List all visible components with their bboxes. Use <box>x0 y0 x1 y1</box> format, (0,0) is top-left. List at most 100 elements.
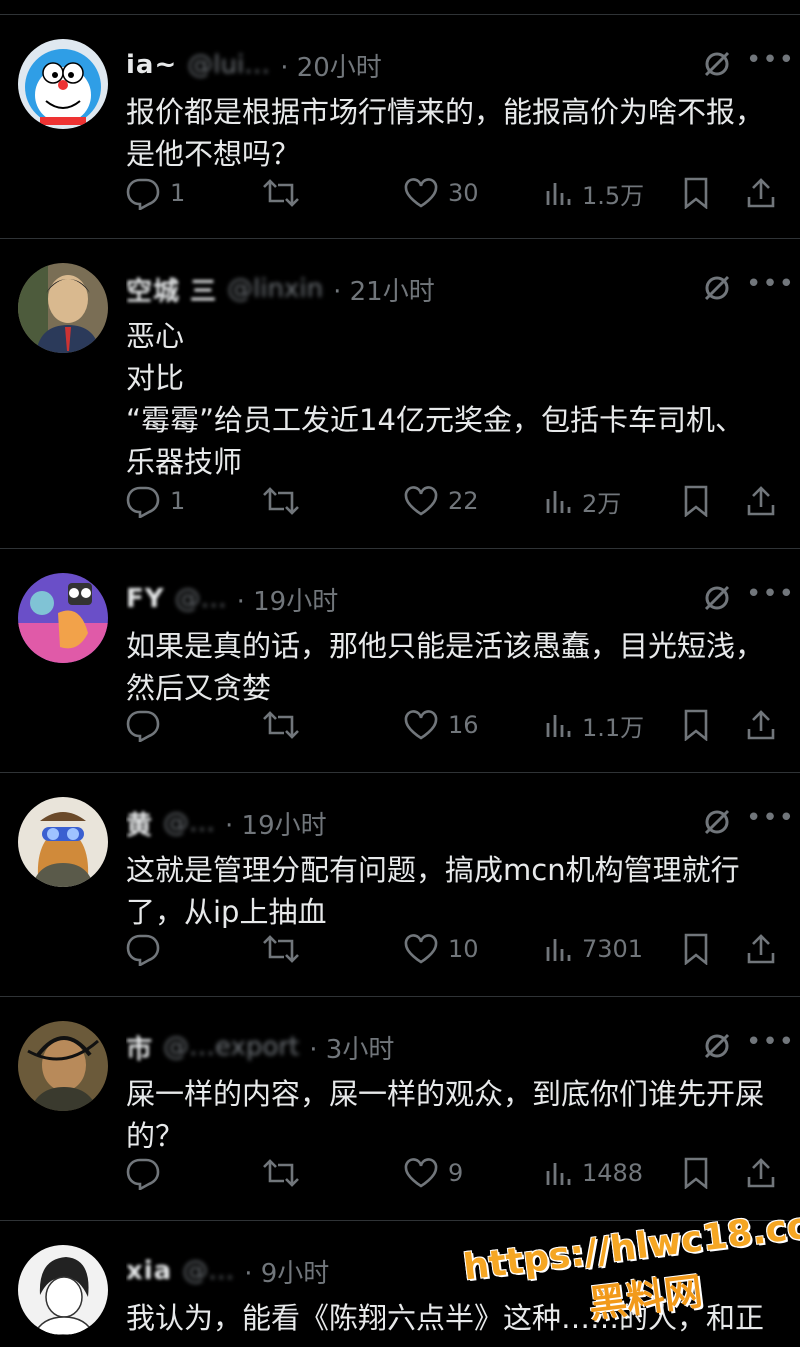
reply-button[interactable] <box>126 1156 170 1190</box>
share-button[interactable] <box>746 933 776 965</box>
like-count: 16 <box>448 711 479 739</box>
like-button[interactable]: 10 <box>404 934 479 964</box>
like-icon <box>404 1158 438 1188</box>
bookmark-icon <box>684 709 708 741</box>
reply-count: 1 <box>170 179 186 207</box>
user-handle[interactable]: @…export <box>163 1032 299 1062</box>
bookmark-button[interactable] <box>682 709 710 741</box>
user-name[interactable]: FY <box>126 584 165 614</box>
tweet[interactable]: 空城 三 @linxin · 21小时 ••• 恶心 对比 “霉霉”给员工发近1… <box>0 238 800 548</box>
bookmark-icon <box>684 485 708 517</box>
tweet-text: 报价都是根据市场行情来的，能报高价为啥不报，是他不想吗？ <box>126 95 765 171</box>
like-button[interactable]: 22 <box>404 486 479 516</box>
reply-icon <box>126 486 160 518</box>
like-count: 30 <box>448 179 479 207</box>
avatar[interactable] <box>18 39 108 129</box>
like-icon <box>404 934 438 964</box>
more-icon[interactable]: ••• <box>746 271 794 303</box>
timestamp[interactable]: · 9小时 <box>244 1253 329 1290</box>
user-name[interactable]: 黄 <box>126 805 153 842</box>
grok-icon[interactable] <box>702 273 732 303</box>
avatar[interactable] <box>18 263 108 353</box>
tweet-text: 屎一样的内容，屎一样的观众，到底你们谁先开屎的？ <box>126 1077 765 1153</box>
retweet-button[interactable] <box>262 485 310 517</box>
like-icon <box>404 486 438 516</box>
more-icon[interactable]: ••• <box>746 1029 794 1061</box>
share-icon <box>747 1158 775 1188</box>
tweet-text: 恶心 对比 “霉霉”给员工发近14亿元奖金，包括卡车司机、乐器技师 <box>126 319 744 479</box>
avatar[interactable] <box>18 797 108 887</box>
like-button[interactable]: 30 <box>404 178 479 208</box>
bookmark-button[interactable] <box>682 1157 710 1189</box>
like-icon <box>404 710 438 740</box>
reply-icon <box>126 1158 160 1190</box>
views-button[interactable]: 7301 <box>544 935 643 963</box>
timestamp[interactable]: · 20小时 <box>280 47 382 84</box>
reply-count: 1 <box>170 487 186 515</box>
retweet-button[interactable] <box>262 1157 310 1189</box>
like-button[interactable]: 16 <box>404 710 479 740</box>
more-icon[interactable]: ••• <box>746 47 794 79</box>
user-handle[interactable]: @linxin <box>227 274 323 304</box>
reply-icon <box>126 710 160 742</box>
avatar[interactable] <box>18 1245 108 1335</box>
user-name[interactable]: 市 <box>126 1029 153 1066</box>
user-handle[interactable]: @… <box>163 808 215 838</box>
timestamp[interactable]: · 19小时 <box>237 581 339 618</box>
action-bar: 16 1.1万 <box>126 705 782 745</box>
share-button[interactable] <box>746 177 776 209</box>
timestamp[interactable]: · 21小时 <box>333 271 435 308</box>
grok-icon[interactable] <box>702 49 732 79</box>
view-count: 2万 <box>582 489 622 518</box>
bookmark-button[interactable] <box>682 933 710 965</box>
share-button[interactable] <box>746 709 776 741</box>
views-icon <box>546 491 571 513</box>
timestamp[interactable]: · 3小时 <box>309 1029 394 1066</box>
tweet-header: 空城 三 @linxin · 21小时 <box>126 269 670 309</box>
tweet[interactable]: ia~ @lui… · 20小时 ••• 报价都是根据市场行情来的，能报高价为啥… <box>0 14 800 238</box>
timestamp[interactable]: · 19小时 <box>225 805 327 842</box>
share-button[interactable] <box>746 485 776 517</box>
reply-button[interactable]: 1 <box>126 484 185 518</box>
grok-icon[interactable] <box>702 807 732 837</box>
tweet[interactable]: 黄 @… · 19小时 ••• 这就是管理分配有问题，搞成mcn机构管理就行了，… <box>0 772 800 996</box>
retweet-button[interactable] <box>262 709 310 741</box>
user-handle[interactable]: @… <box>175 584 227 614</box>
views-button[interactable]: 1.5万 <box>544 176 644 211</box>
views-button[interactable]: 1488 <box>544 1159 643 1187</box>
user-name[interactable]: 空城 三 <box>126 271 217 308</box>
avatar[interactable] <box>18 1021 108 1111</box>
tweet[interactable]: 市 @…export · 3小时 ••• 屎一样的内容，屎一样的观众，到底你们谁… <box>0 996 800 1220</box>
reply-button[interactable] <box>126 932 170 966</box>
user-handle[interactable]: @… <box>182 1256 234 1286</box>
action-bar: 1 22 2万 <box>126 481 782 521</box>
retweet-icon <box>263 1159 299 1187</box>
tweet-header: 市 @…export · 3小时 <box>126 1027 670 1067</box>
avatar[interactable] <box>18 573 108 663</box>
retweet-button[interactable] <box>262 177 310 209</box>
grok-icon[interactable] <box>702 1031 732 1061</box>
grok-icon[interactable] <box>702 583 732 613</box>
more-icon[interactable]: ••• <box>746 581 794 613</box>
view-count: 1.5万 <box>582 181 645 210</box>
bookmark-button[interactable] <box>682 485 710 517</box>
user-handle[interactable]: @lui… <box>187 50 270 80</box>
views-icon <box>546 939 571 961</box>
more-icon[interactable]: ••• <box>746 805 794 837</box>
view-count: 1.1万 <box>582 713 645 742</box>
tweet-header: 黄 @… · 19小时 <box>126 803 670 843</box>
reply-button[interactable]: 1 <box>126 176 185 210</box>
bookmark-button[interactable] <box>682 177 710 209</box>
retweet-icon <box>263 935 299 963</box>
reply-button[interactable] <box>126 708 170 742</box>
views-button[interactable]: 2万 <box>544 484 621 519</box>
share-button[interactable] <box>746 1157 776 1189</box>
tweet[interactable]: FY @… · 19小时 ••• 如果是真的话，那他只能是活该愚蠢，目光短浅，然… <box>0 548 800 772</box>
views-button[interactable]: 1.1万 <box>544 708 644 743</box>
retweet-button[interactable] <box>262 933 310 965</box>
like-button[interactable]: 9 <box>404 1158 463 1188</box>
user-name[interactable]: xia <box>126 1256 172 1286</box>
view-count: 7301 <box>582 935 644 963</box>
reply-icon <box>126 934 160 966</box>
user-name[interactable]: ia~ <box>126 50 177 80</box>
